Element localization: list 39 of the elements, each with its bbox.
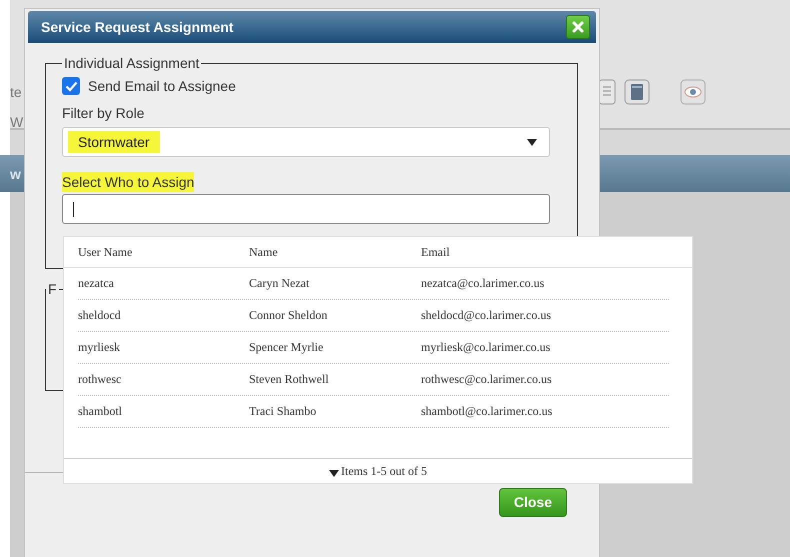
column-header: Name	[249, 244, 279, 260]
dropdown-arrow-icon	[527, 138, 537, 146]
table-cell[interactable]: nezatca	[78, 276, 249, 291]
table-cell[interactable]: sheldocd@co.larimer.co.us	[421, 308, 669, 323]
table-cell[interactable]: Caryn Nezat	[249, 276, 421, 291]
email-checkbox[interactable]	[62, 77, 80, 95]
background-text: W	[10, 114, 24, 130]
field-label: Select Who to Assign	[62, 172, 194, 192]
table-cell[interactable]: rothwesc	[78, 372, 249, 387]
table-cell[interactable]: shambotl	[78, 404, 249, 419]
checkbox-label: Send Email to Assignee	[88, 78, 236, 94]
table-cell[interactable]: myrliesk@co.larimer.co.us	[421, 340, 669, 355]
background-text: te	[10, 84, 23, 100]
table-cell[interactable]: Steven Rothwell	[249, 372, 421, 387]
close-button[interactable]	[566, 15, 590, 39]
background-text: w	[10, 166, 21, 182]
role-select[interactable]: Stormwater	[62, 127, 550, 157]
column-header: User Name	[78, 244, 134, 260]
field-label: Filter by Role	[62, 104, 144, 123]
table-cell[interactable]: sheldocd	[78, 308, 249, 323]
table-cell[interactable]: rothwesc@co.larimer.co.us	[421, 372, 669, 387]
eye-icon[interactable]	[680, 79, 706, 105]
group-legend: Individual Assignment	[62, 55, 202, 71]
pager-text: Items 1-5 out of 5	[341, 464, 427, 478]
table-cell[interactable]: Spencer Myrlie	[249, 340, 421, 355]
dropdown-arrow-icon	[329, 470, 339, 476]
assignee-input-field[interactable]	[62, 194, 550, 224]
table-cell[interactable]: Traci Shambo	[249, 404, 421, 419]
document-icon[interactable]	[598, 79, 616, 105]
table-cell[interactable]: Connor Sheldon	[249, 308, 421, 323]
table-cell[interactable]: nezatca@co.larimer.co.us	[421, 276, 669, 291]
table-cell[interactable]: shambotl@co.larimer.co.us	[421, 404, 669, 419]
group-legend: F	[46, 281, 59, 297]
column-header: Email	[421, 244, 451, 260]
book-icon[interactable]	[624, 79, 650, 105]
window-title: Service Request Assignment	[41, 19, 234, 35]
select-value: Stormwater	[68, 131, 160, 153]
close-icon	[571, 20, 585, 34]
table-cell[interactable]: myrliesk	[78, 340, 249, 355]
